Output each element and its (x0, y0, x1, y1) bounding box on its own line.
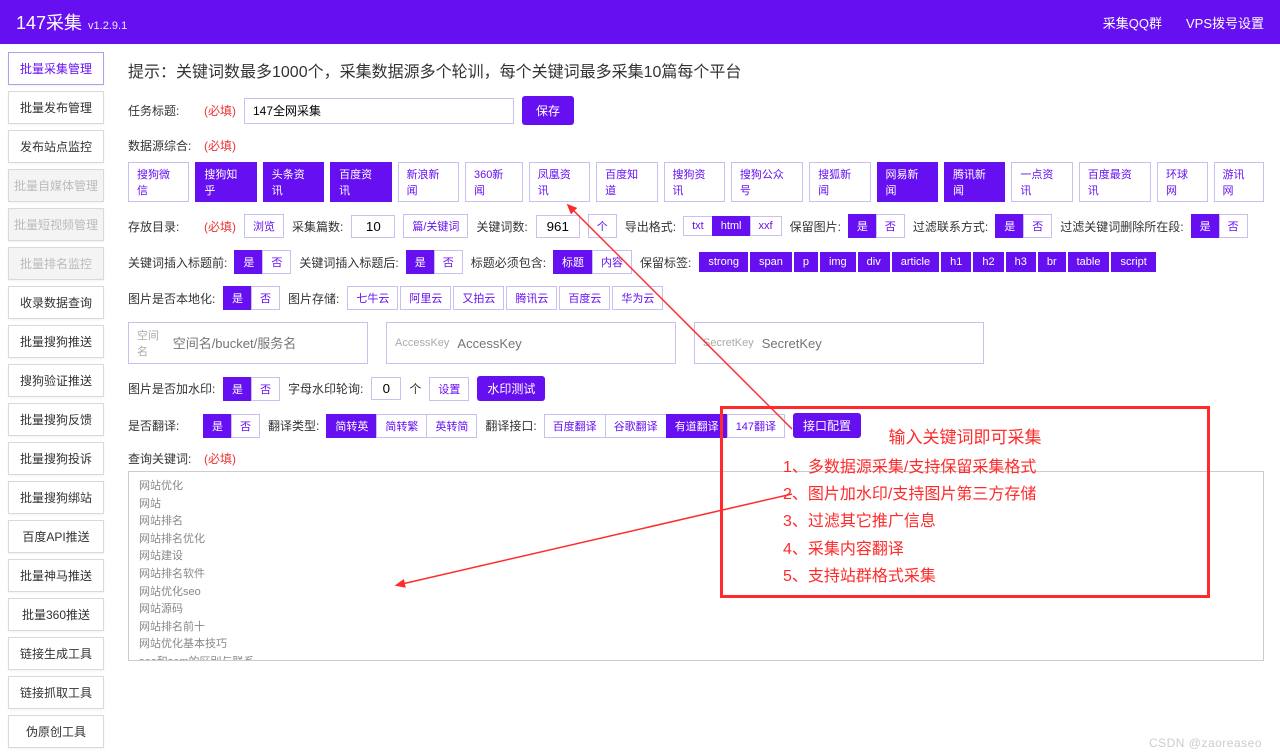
sidebar-item[interactable]: 百度API推送 (8, 520, 104, 553)
tag[interactable]: 腾讯云 (506, 286, 557, 310)
tag[interactable]: br (1038, 252, 1066, 272)
tag[interactable]: 一点资讯 (1011, 162, 1072, 202)
tag[interactable]: 搜狗微信 (128, 162, 189, 202)
sidebar-item[interactable]: 批量搜狗绑站 (8, 481, 104, 514)
count-input[interactable] (351, 215, 395, 238)
tag[interactable]: 七牛云 (347, 286, 398, 310)
tag[interactable]: table (1068, 252, 1110, 272)
page-hint: 提示：关键词数最多1000个，采集数据源多个轮训，每个关键词最多采集10篇每个平… (128, 58, 1264, 82)
tag[interactable]: 147翻译 (727, 414, 785, 438)
tag[interactable]: 谷歌翻译 (605, 414, 667, 438)
sidebar-item[interactable]: 批量搜狗推送 (8, 325, 104, 358)
bucket-field[interactable]: 空间名 (128, 322, 368, 364)
save-button[interactable]: 保存 (522, 96, 574, 125)
tag[interactable]: 阿里云 (400, 286, 451, 310)
tag[interactable]: span (750, 252, 792, 272)
tag[interactable]: 标题 (553, 250, 593, 274)
sidebar-item[interactable]: 批量发布管理 (8, 91, 104, 124)
sidebar-item[interactable]: 发布站点监控 (8, 130, 104, 163)
tag[interactable]: 百度云 (559, 286, 610, 310)
sidebar-item[interactable]: 批量搜狗投诉 (8, 442, 104, 475)
accesskey-field[interactable]: AccessKey (386, 322, 676, 364)
tag[interactable]: 华为云 (612, 286, 663, 310)
watermark-text: CSDN @zaoreaseo (1149, 736, 1262, 750)
tag[interactable]: html (712, 216, 751, 236)
tag[interactable]: 腾讯新闻 (944, 162, 1005, 202)
tag[interactable]: 百度知道 (596, 162, 657, 202)
tag[interactable]: 又拍云 (453, 286, 504, 310)
kwcount-input[interactable] (536, 215, 580, 238)
sidebar-item[interactable]: 批量短视频管理 (8, 208, 104, 241)
sidebar-item[interactable]: 批量神马推送 (8, 559, 104, 592)
nav-qq[interactable]: 采集QQ群 (1103, 13, 1162, 32)
tag[interactable]: 搜狗资讯 (664, 162, 725, 202)
tag[interactable]: 百度最资讯 (1079, 162, 1151, 202)
sidebar-item[interactable]: 搜狗验证推送 (8, 364, 104, 397)
task-title-input[interactable] (244, 98, 514, 124)
tag[interactable]: script (1111, 252, 1155, 272)
tag[interactable]: 360新闻 (465, 162, 523, 202)
tag[interactable]: 百度资讯 (330, 162, 391, 202)
tag[interactable]: 搜狗知乎 (195, 162, 256, 202)
sidebar-item[interactable]: 批量搜狗反馈 (8, 403, 104, 436)
tag[interactable]: 搜狗公众号 (731, 162, 803, 202)
tag[interactable]: div (858, 252, 890, 272)
tag[interactable]: 头条资讯 (263, 162, 324, 202)
tag[interactable]: 简转繁 (376, 414, 427, 438)
sidebar-item[interactable]: 批量360推送 (8, 598, 104, 631)
sidebar-item[interactable]: 链接生成工具 (8, 637, 104, 670)
tag[interactable]: 简转英 (326, 414, 377, 438)
tag[interactable]: h1 (941, 252, 971, 272)
tag[interactable]: 新浪新闻 (398, 162, 459, 202)
tag[interactable]: 内容 (592, 250, 632, 274)
sidebar-item[interactable]: 收录数据查询 (8, 286, 104, 319)
secretkey-field[interactable]: SecretKey (694, 322, 984, 364)
tag[interactable]: 英转简 (426, 414, 477, 438)
api-config-button[interactable]: 接口配置 (793, 413, 861, 438)
sidebar-item[interactable]: 伪原创工具 (8, 715, 104, 748)
tag[interactable]: img (820, 252, 856, 272)
tag[interactable]: 搜狐新闻 (809, 162, 870, 202)
tag[interactable]: 游讯网 (1214, 162, 1265, 202)
sidebar-item[interactable]: 批量采集管理 (8, 52, 104, 85)
tag[interactable]: 凤凰资讯 (529, 162, 590, 202)
tag[interactable]: 网易新闻 (877, 162, 938, 202)
watermark-test-button[interactable]: 水印测试 (477, 376, 545, 401)
brand: 147采集v1.2.9.1 (16, 9, 127, 35)
browse-button[interactable]: 浏览 (244, 214, 284, 238)
tag[interactable]: h2 (973, 252, 1003, 272)
sidebar-item[interactable]: 链接抓取工具 (8, 676, 104, 709)
tag[interactable]: xxf (750, 216, 782, 236)
tag[interactable]: p (794, 252, 818, 272)
tag[interactable]: 百度翻译 (544, 414, 606, 438)
tag[interactable]: h3 (1006, 252, 1036, 272)
task-label: 任务标题: (128, 102, 196, 119)
keywords-textarea[interactable]: 网站优化 网站 网站排名 网站排名优化 网站建设 网站排名软件 网站优化seo … (128, 471, 1264, 661)
tag[interactable]: txt (683, 216, 713, 236)
nav-vps[interactable]: VPS拨号设置 (1186, 13, 1264, 32)
tag[interactable]: article (892, 252, 939, 272)
sidebar-item[interactable]: 批量自媒体管理 (8, 169, 104, 202)
sidebar-item[interactable]: 批量排名监控 (8, 247, 104, 280)
source-tags: 搜狗微信搜狗知乎头条资讯百度资讯新浪新闻360新闻凤凰资讯百度知道搜狗资讯搜狗公… (128, 162, 1264, 202)
tag[interactable]: 环球网 (1157, 162, 1208, 202)
tag[interactable]: 有道翻译 (666, 414, 728, 438)
tag[interactable]: strong (699, 252, 748, 272)
